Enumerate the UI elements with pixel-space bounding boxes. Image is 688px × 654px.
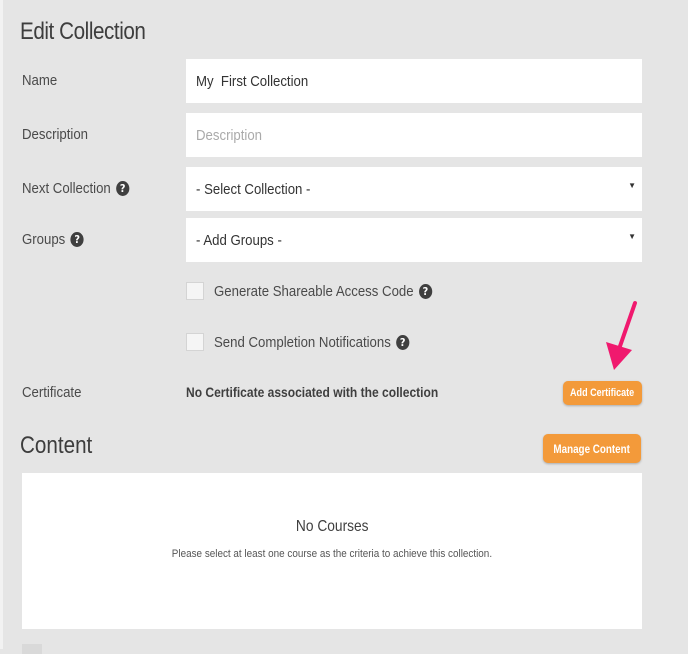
notifications-label: Send Completion Notifications ? <box>214 334 410 351</box>
name-input[interactable] <box>196 72 589 90</box>
caret-down-icon: ▼ <box>628 232 636 241</box>
next-collection-label: Next Collection ? <box>22 180 130 197</box>
question-circle-icon[interactable]: ? <box>396 334 410 350</box>
question-circle-icon[interactable]: ? <box>70 232 84 247</box>
add-certificate-button[interactable]: Add Certificate <box>563 381 642 405</box>
groups-label: Groups ? <box>22 231 84 248</box>
question-circle-icon[interactable]: ? <box>418 283 433 299</box>
manage-content-button[interactable]: Manage Content <box>543 434 641 463</box>
name-label: Name <box>22 72 58 89</box>
content-panel: No Courses Please select at least one co… <box>22 473 642 629</box>
bottom-partial-element <box>22 644 42 654</box>
shareable-code-checkbox[interactable] <box>186 282 204 300</box>
groups-select[interactable]: - Add Groups - ▼ <box>186 218 642 262</box>
certificate-label: Certificate <box>22 384 82 401</box>
empty-state-title: No Courses <box>295 518 369 535</box>
pink-arrow-icon <box>606 301 637 370</box>
empty-state-message: Please select at least one course as the… <box>171 548 493 560</box>
caret-down-icon: ▼ <box>628 181 636 190</box>
description-field[interactable] <box>186 113 642 157</box>
shareable-code-label: Generate Shareable Access Code ? <box>214 283 433 300</box>
description-input[interactable] <box>196 126 589 144</box>
notifications-checkbox[interactable] <box>186 333 204 351</box>
left-edge-divider <box>0 0 3 649</box>
next-collection-select[interactable]: - Select Collection - ▼ <box>186 167 642 211</box>
description-label: Description <box>22 126 89 143</box>
certificate-status: No Certificate associated with the colle… <box>186 384 439 400</box>
page-title: Edit Collection <box>20 18 146 45</box>
content-title: Content <box>20 432 93 459</box>
question-circle-icon[interactable]: ? <box>116 181 130 196</box>
name-field[interactable] <box>186 59 642 103</box>
groups-selected: - Add Groups - <box>196 231 282 249</box>
next-collection-selected: - Select Collection - <box>196 180 311 198</box>
shareable-code-row[interactable]: Generate Shareable Access Code ? <box>186 282 462 300</box>
notifications-row[interactable]: Send Completion Notifications ? <box>186 333 436 351</box>
